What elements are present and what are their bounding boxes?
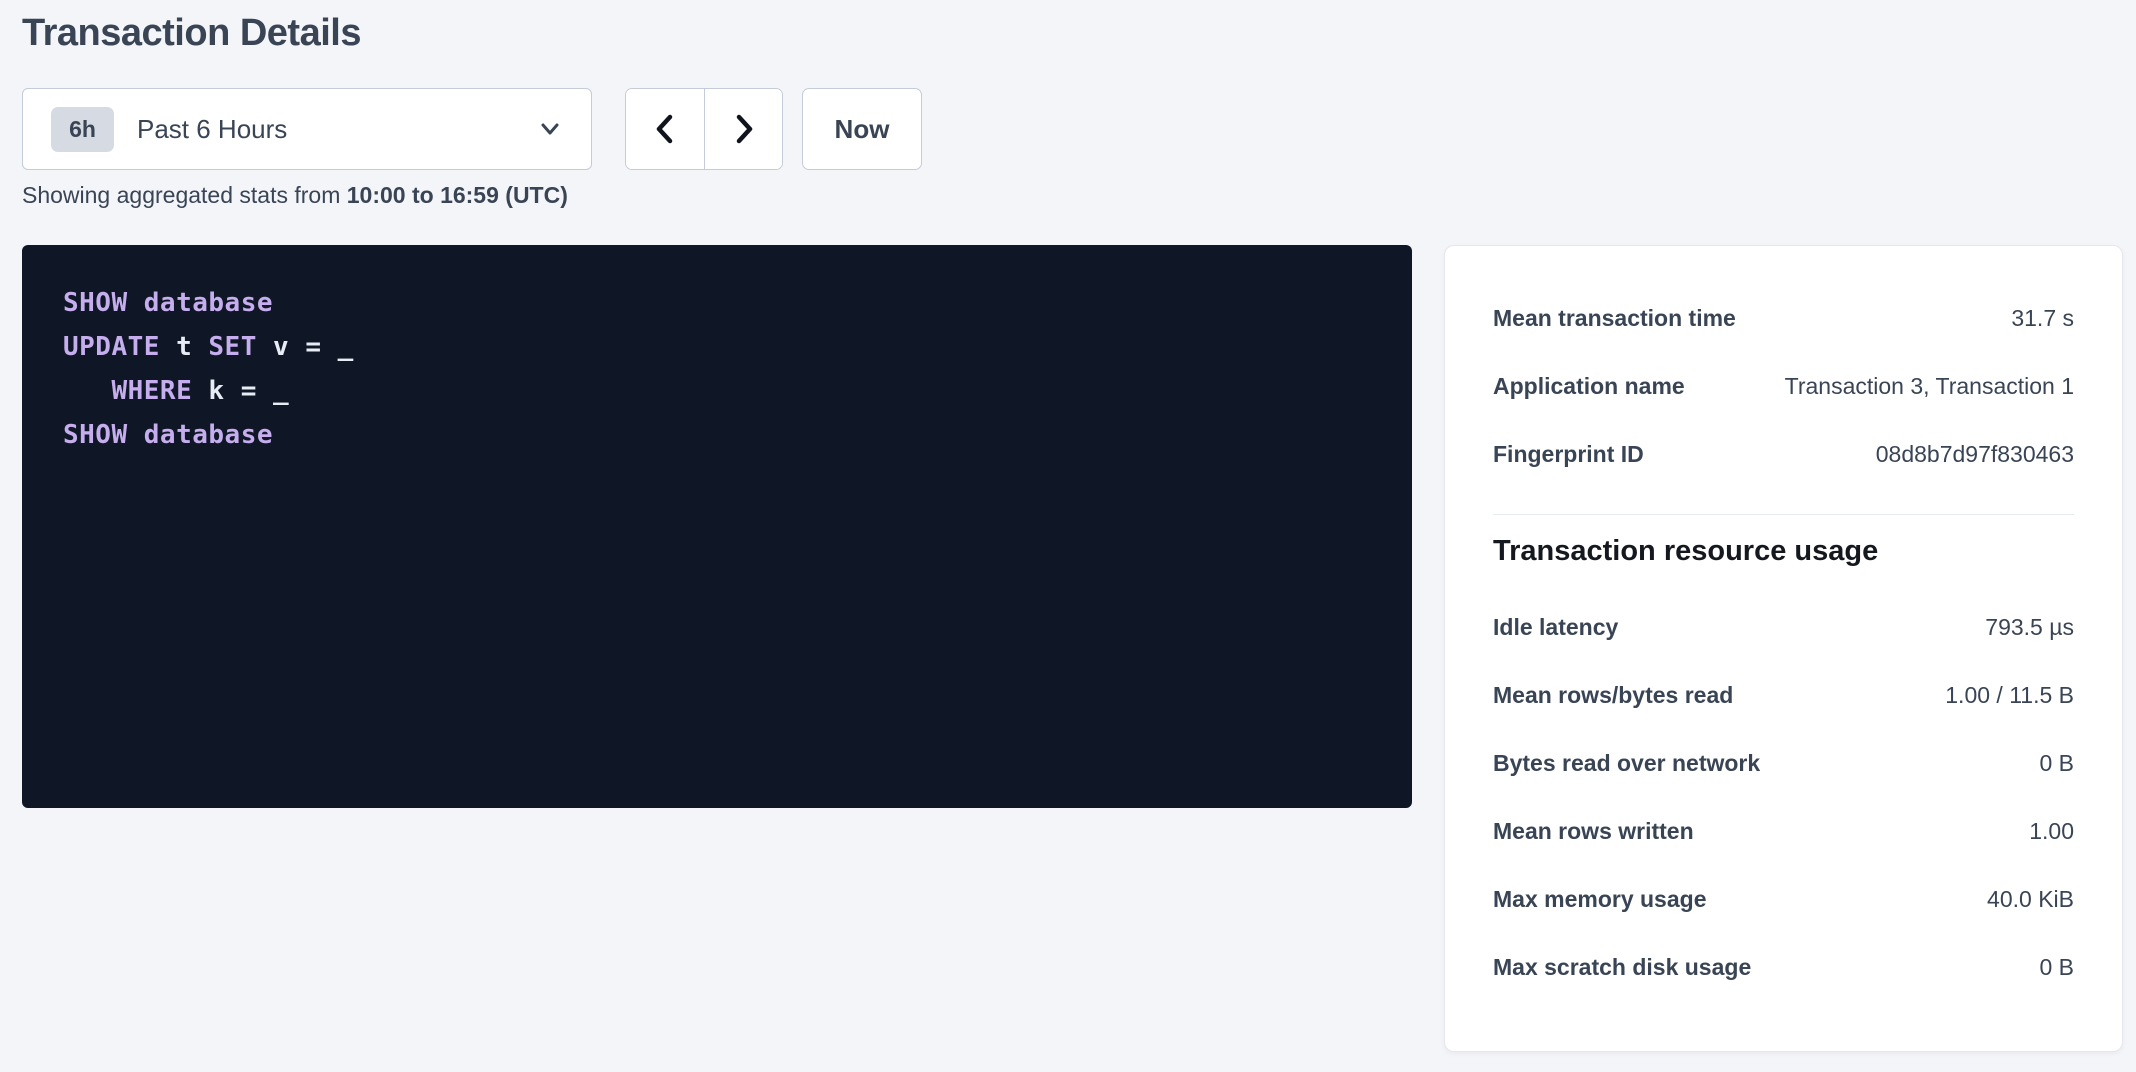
- usage-row: Mean rows written 1.00: [1493, 797, 2074, 865]
- time-controls: 6h Past 6 Hours: [22, 88, 922, 170]
- sql-text: [63, 376, 111, 406]
- sql-text: k = _: [192, 376, 289, 406]
- sql-keyword: SET: [208, 332, 256, 362]
- chevron-left-icon: [650, 112, 680, 146]
- transaction-summary-card: Mean transaction time 31.7 s Application…: [1444, 245, 2123, 1052]
- summary-row-label: Mean transaction time: [1493, 305, 1756, 332]
- usage-row-value: 793.5 µs: [1985, 614, 2074, 641]
- usage-row-label: Max memory usage: [1493, 886, 1726, 913]
- sql-text: [128, 420, 144, 450]
- usage-row-value: 40.0 KiB: [1987, 886, 2074, 913]
- sql-line: UPDATE t SET v = _: [63, 325, 1371, 369]
- summary-row: Mean transaction time 31.7 s: [1493, 284, 2074, 352]
- chevron-right-icon: [729, 112, 759, 146]
- usage-row-value: 1.00: [2029, 818, 2074, 845]
- usage-row-label: Mean rows/bytes read: [1493, 682, 1753, 709]
- sql-keyword: UPDATE: [63, 332, 160, 362]
- stats-time-range: 10:00 to 16:59 (UTC): [347, 182, 568, 208]
- sql-line: SHOW database: [63, 413, 1371, 457]
- time-range-dropdown[interactable]: 6h Past 6 Hours: [22, 88, 592, 170]
- sql-text: [128, 288, 144, 318]
- usage-row: Max scratch disk usage 0 B: [1493, 933, 2074, 1001]
- usage-row: Idle latency 793.5 µs: [1493, 593, 2074, 661]
- summary-row: Fingerprint ID 08d8b7d97f830463: [1493, 420, 2074, 488]
- time-window-arrows: [625, 88, 783, 170]
- summary-row-label: Application name: [1493, 373, 1705, 400]
- summary-row-value: 08d8b7d97f830463: [1876, 441, 2074, 468]
- aggregated-stats-text: Showing aggregated stats from 10:00 to 1…: [22, 182, 568, 209]
- time-range-shortcut-badge: 6h: [51, 107, 114, 152]
- card-divider: [1493, 514, 2074, 515]
- usage-row-label: Idle latency: [1493, 614, 1638, 641]
- resource-usage-heading: Transaction resource usage: [1493, 533, 2074, 569]
- previous-time-window-button[interactable]: [626, 89, 704, 169]
- sql-line: SHOW database: [63, 281, 1371, 325]
- sql-text: t: [160, 332, 208, 362]
- usage-row-label: Bytes read over network: [1493, 750, 1780, 777]
- sql-keyword: SHOW: [63, 288, 128, 318]
- transaction-details-page: Transaction Details 6h Past 6 Hours: [0, 0, 2136, 1072]
- sql-text: v = _: [257, 332, 354, 362]
- page-title: Transaction Details: [22, 12, 361, 55]
- usage-row-value: 0 B: [2039, 750, 2074, 777]
- sql-statements-panel: SHOW databaseUPDATE t SET v = _ WHERE k …: [22, 245, 1412, 808]
- time-range-label: Past 6 Hours: [137, 114, 537, 145]
- now-button[interactable]: Now: [802, 88, 922, 170]
- usage-row-label: Mean rows written: [1493, 818, 1714, 845]
- sql-keyword: WHERE: [111, 376, 192, 406]
- usage-row-label: Max scratch disk usage: [1493, 954, 1771, 981]
- chevron-down-icon: [537, 116, 563, 142]
- usage-row: Max memory usage 40.0 KiB: [1493, 865, 2074, 933]
- sql-keyword: database: [144, 288, 273, 318]
- main-content: SHOW databaseUPDATE t SET v = _ WHERE k …: [22, 245, 2123, 1052]
- sql-keyword: SHOW: [63, 420, 128, 450]
- summary-row: Application name Transaction 3, Transact…: [1493, 352, 2074, 420]
- summary-row-value: 31.7 s: [2011, 305, 2074, 332]
- sql-line: WHERE k = _: [63, 369, 1371, 413]
- summary-row-label: Fingerprint ID: [1493, 441, 1664, 468]
- next-time-window-button[interactable]: [704, 89, 782, 169]
- summary-row-value: Transaction 3, Transaction 1: [1785, 373, 2074, 400]
- usage-row: Bytes read over network 0 B: [1493, 729, 2074, 797]
- stats-prefix: Showing aggregated stats from: [22, 182, 347, 208]
- usage-row-value: 0 B: [2039, 954, 2074, 981]
- usage-row-value: 1.00 / 11.5 B: [1945, 682, 2074, 709]
- usage-row: Mean rows/bytes read 1.00 / 11.5 B: [1493, 661, 2074, 729]
- sql-keyword: database: [144, 420, 273, 450]
